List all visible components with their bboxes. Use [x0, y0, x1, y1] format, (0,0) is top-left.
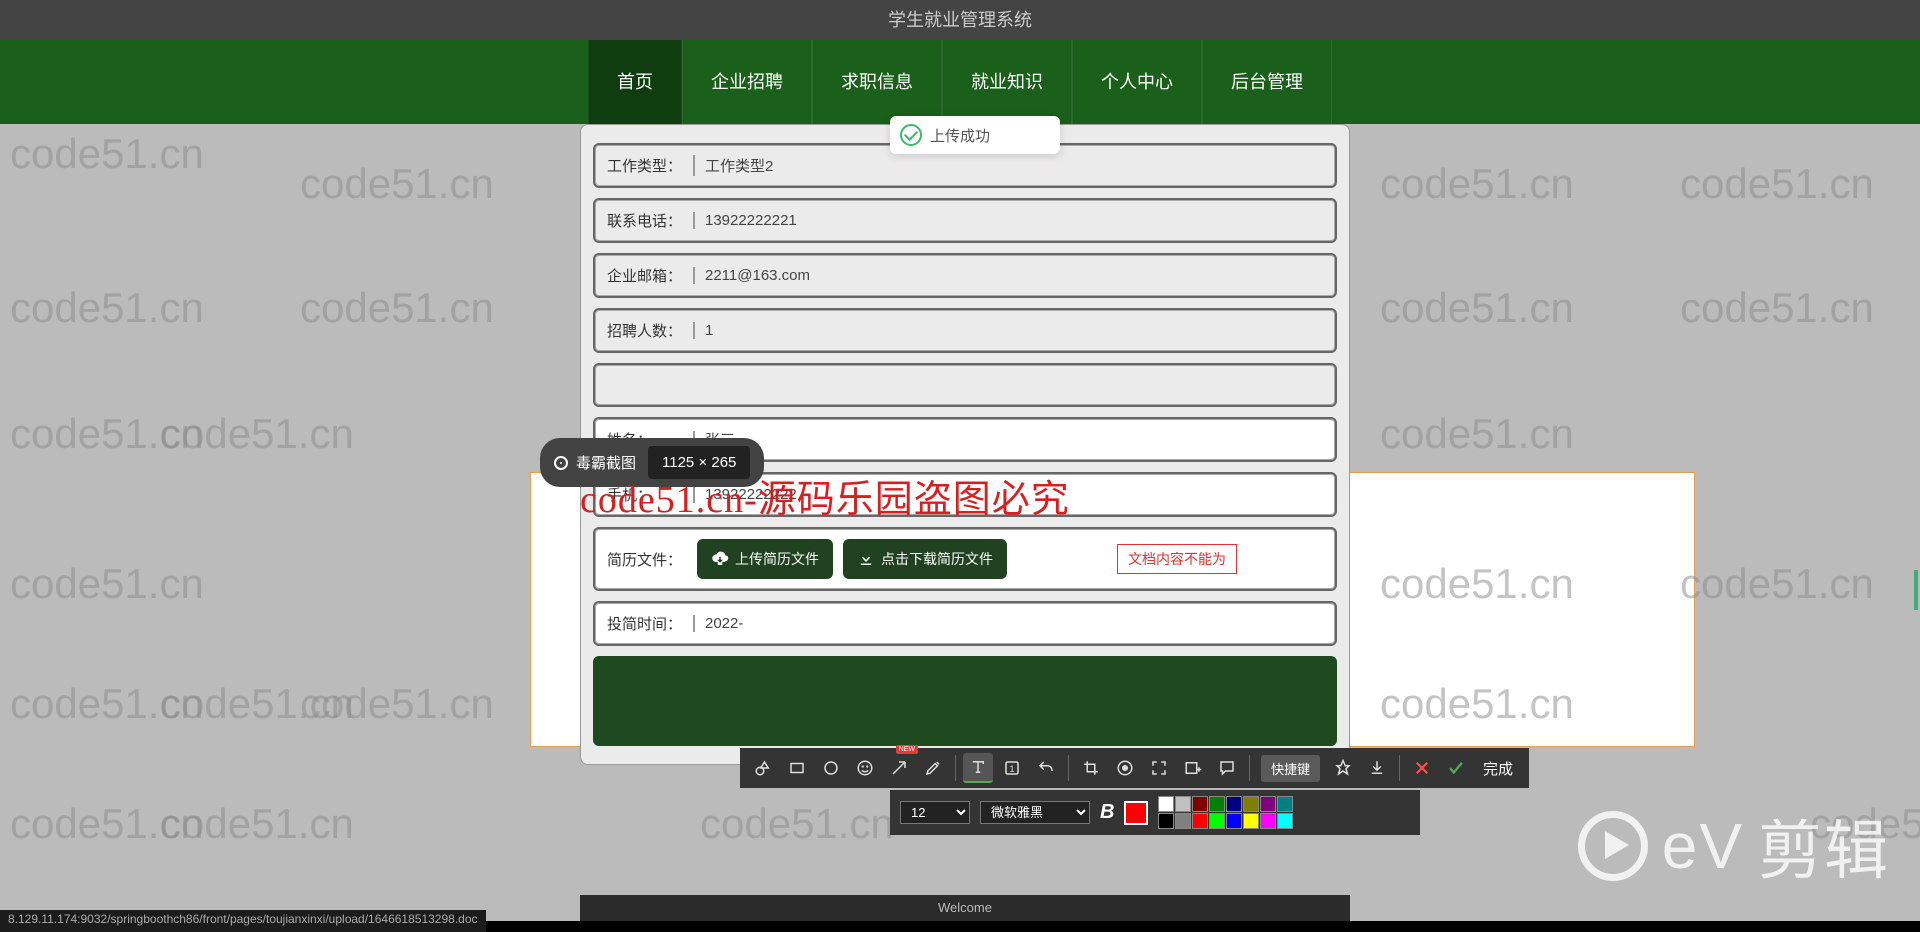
label-resume: 简历文件：	[607, 549, 687, 570]
confirm-icon[interactable]	[1441, 753, 1471, 783]
separator	[1249, 755, 1250, 781]
field-headcount: 招聘人数： 1	[593, 308, 1337, 353]
screenshot-toolbar: NEW 1 快捷键 完成 12 微软雅黑 B	[740, 748, 1529, 835]
font-size-select[interactable]: 12	[900, 801, 970, 824]
color-palette	[1158, 796, 1293, 829]
palette-color[interactable]	[1209, 796, 1225, 812]
palette-color[interactable]	[1260, 796, 1276, 812]
app-title: 学生就业管理系统	[888, 10, 1032, 30]
input-name[interactable]	[693, 431, 1323, 448]
emoji-tool-icon[interactable]	[850, 753, 880, 783]
label-phone: 联系电话：	[607, 210, 687, 231]
app-title-bar: 学生就业管理系统	[0, 0, 1920, 40]
field-phone: 联系电话： 13922222221	[593, 198, 1337, 243]
done-label[interactable]: 完成	[1475, 758, 1521, 779]
label-email: 企业邮箱：	[607, 265, 687, 286]
bold-toggle[interactable]: B	[1100, 801, 1114, 824]
target-icon	[554, 456, 568, 470]
fullscreen-icon[interactable]	[1144, 753, 1174, 783]
palette-color[interactable]	[1243, 813, 1259, 829]
label-submit-time: 投简时间：	[607, 613, 687, 634]
arrow-tool-icon[interactable]: NEW	[884, 753, 914, 783]
nav-item-home[interactable]: 首页	[588, 40, 682, 124]
form-footer-panel	[593, 656, 1337, 746]
ev-brand: eV	[1662, 809, 1744, 883]
nav-item-admin[interactable]: 后台管理	[1202, 40, 1332, 124]
shortcut-chip[interactable]: 快捷键	[1261, 755, 1320, 782]
shape-tool-icon[interactable]	[748, 753, 778, 783]
palette-color[interactable]	[1226, 796, 1242, 812]
record-tool-icon[interactable]	[1110, 753, 1140, 783]
upload-success-toast: 上传成功	[890, 116, 1060, 154]
palette-color[interactable]	[1192, 796, 1208, 812]
separator	[955, 755, 956, 781]
main-nav: 首页 企业招聘 求职信息 就业知识 个人中心 后台管理	[0, 40, 1920, 124]
label-work-type: 工作类型：	[607, 155, 687, 176]
separator	[1068, 755, 1069, 781]
text-tool-icon[interactable]	[963, 753, 993, 783]
field-resume-file: 简历文件： 上传简历文件 点击下载简历文件 文档内容不能为	[593, 527, 1337, 591]
input-submit-time[interactable]	[693, 615, 1323, 632]
value-phone: 13922222221	[693, 212, 1323, 229]
palette-color[interactable]	[1175, 813, 1191, 829]
palette-color[interactable]	[1158, 796, 1174, 812]
value-email: 2211@163.com	[693, 267, 1323, 284]
palette-color[interactable]	[1158, 813, 1174, 829]
upload-resume-button[interactable]: 上传简历文件	[697, 539, 833, 579]
field-blank	[593, 363, 1337, 407]
anti-copy-overlay-text: code51.cn-源码乐园盗图必究	[580, 468, 1070, 523]
label-headcount: 招聘人数：	[607, 320, 687, 341]
value-headcount: 1	[693, 322, 1323, 339]
status-path: 8.129.11.174:9032/springboothch86/front/…	[8, 912, 478, 926]
value-work-type: 工作类型2	[693, 155, 1323, 176]
svg-text:1: 1	[1009, 764, 1014, 774]
field-email: 企业邮箱： 2211@163.com	[593, 253, 1337, 298]
download-resume-button[interactable]: 点击下载简历文件	[843, 539, 1007, 579]
current-color-swatch[interactable]	[1124, 801, 1148, 825]
nav-item-knowledge[interactable]: 就业知识	[942, 40, 1072, 124]
separator	[1399, 755, 1400, 781]
welcome-text: Welcome	[938, 900, 992, 915]
new-badge: NEW	[896, 745, 918, 754]
undo-icon[interactable]	[1031, 753, 1061, 783]
palette-color[interactable]	[1192, 813, 1208, 829]
nav-item-company[interactable]: 企业招聘	[682, 40, 812, 124]
toolbar-row-main: NEW 1 快捷键 完成	[740, 748, 1529, 788]
browser-status-bar: 8.129.11.174:9032/springboothch86/front/…	[0, 910, 486, 932]
palette-color[interactable]	[1209, 813, 1225, 829]
toolbar-row-text-options: 12 微软雅黑 B	[890, 790, 1420, 835]
resume-error-text: 文档内容不能为	[1117, 544, 1237, 574]
close-icon[interactable]	[1407, 753, 1437, 783]
comment-icon[interactable]	[1212, 753, 1242, 783]
ev-watermark: eV 剪辑	[1578, 800, 1890, 892]
font-family-select[interactable]: 微软雅黑	[980, 801, 1090, 824]
nav-item-profile[interactable]: 个人中心	[1072, 40, 1202, 124]
scrollbar-indicator[interactable]	[1914, 570, 1918, 610]
save-icon[interactable]	[1362, 753, 1392, 783]
brush-tool-icon[interactable]	[918, 753, 948, 783]
palette-color[interactable]	[1226, 813, 1242, 829]
ev-text: 剪辑	[1758, 800, 1890, 892]
play-icon	[1578, 811, 1648, 881]
crop-tool-icon[interactable]	[1076, 753, 1106, 783]
toast-text: 上传成功	[930, 125, 990, 146]
palette-color[interactable]	[1243, 796, 1259, 812]
nav-item-jobs[interactable]: 求职信息	[812, 40, 942, 124]
palette-color[interactable]	[1175, 796, 1191, 812]
palette-color[interactable]	[1277, 796, 1293, 812]
download-icon	[857, 550, 875, 568]
pin-icon[interactable]	[1328, 753, 1358, 783]
welcome-footer: Welcome	[580, 895, 1350, 921]
success-check-icon	[900, 124, 922, 146]
ellipse-tool-icon[interactable]	[816, 753, 846, 783]
cloud-upload-icon	[711, 550, 729, 568]
field-submit-time: 投简时间：	[593, 601, 1337, 646]
add-image-icon[interactable]	[1178, 753, 1208, 783]
palette-color[interactable]	[1277, 813, 1293, 829]
number-tool-icon[interactable]: 1	[997, 753, 1027, 783]
rectangle-tool-icon[interactable]	[782, 753, 812, 783]
palette-color[interactable]	[1260, 813, 1276, 829]
